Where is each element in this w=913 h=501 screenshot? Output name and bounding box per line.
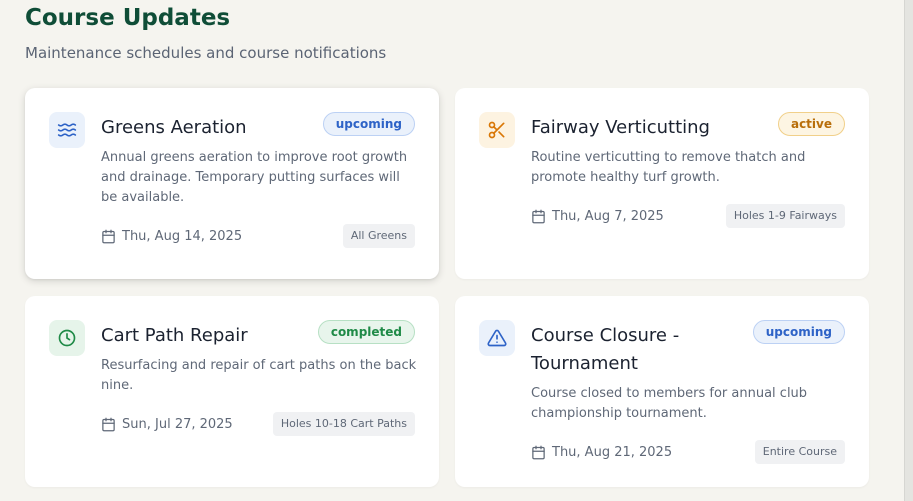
location-tag: Holes 10-18 Cart Paths [272, 412, 415, 436]
alert-triangle-icon [479, 320, 515, 356]
update-card-greens-aeration[interactable]: Greens Aeration upcoming Annual greens a… [25, 88, 439, 279]
scissors-icon [479, 112, 515, 148]
date-text: Sun, Jul 27, 2025 [122, 416, 233, 432]
card-date: Thu, Aug 21, 2025 [531, 442, 672, 462]
location-tag: All Greens [342, 224, 415, 248]
card-description: Course closed to members for annual club… [531, 386, 808, 421]
status-badge: upcoming [322, 112, 415, 136]
card-description: Annual greens aeration to improve root g… [101, 150, 408, 205]
update-card-course-closure[interactable]: Course Closure - Tournament upcoming Cou… [455, 296, 869, 487]
date-text: Thu, Aug 7, 2025 [552, 208, 664, 224]
status-badge: upcoming [752, 320, 845, 344]
location-tag: Holes 1-9 Fairways [725, 204, 845, 228]
card-title: Fairway Verticutting [531, 117, 710, 138]
vertical-scrollbar[interactable] [904, 0, 913, 501]
status-badge: active [777, 112, 845, 136]
calendar-icon [532, 445, 545, 459]
update-card-cart-path-repair[interactable]: Cart Path Repair completed Resurfacing a… [25, 296, 439, 487]
card-title: Greens Aeration [101, 117, 247, 138]
card-description: Resurfacing and repair of cart paths on … [101, 358, 417, 393]
card-title: Cart Path Repair [101, 325, 248, 346]
page-header: Course Updates Maintenance schedules and… [25, 4, 386, 62]
date-text: Thu, Aug 21, 2025 [552, 444, 673, 460]
card-description: Routine verticutting to remove thatch an… [531, 150, 806, 185]
card-date: Sun, Jul 27, 2025 [101, 414, 233, 434]
card-date: Thu, Aug 14, 2025 [101, 226, 242, 246]
calendar-icon [102, 417, 115, 431]
date-text: Thu, Aug 14, 2025 [122, 228, 243, 244]
status-badge: completed [317, 320, 415, 344]
waves-icon [49, 112, 85, 148]
clock-icon [49, 320, 85, 356]
page-title: Course Updates [25, 5, 231, 31]
card-title: Course Closure - Tournament [531, 325, 680, 374]
update-card-fairway-verticutting[interactable]: Fairway Verticutting active Routine vert… [455, 88, 869, 279]
page-subtitle: Maintenance schedules and course notific… [25, 44, 387, 62]
calendar-icon [102, 229, 115, 243]
calendar-icon [532, 209, 545, 223]
card-date: Thu, Aug 7, 2025 [531, 206, 664, 226]
location-tag: Entire Course [754, 440, 845, 464]
